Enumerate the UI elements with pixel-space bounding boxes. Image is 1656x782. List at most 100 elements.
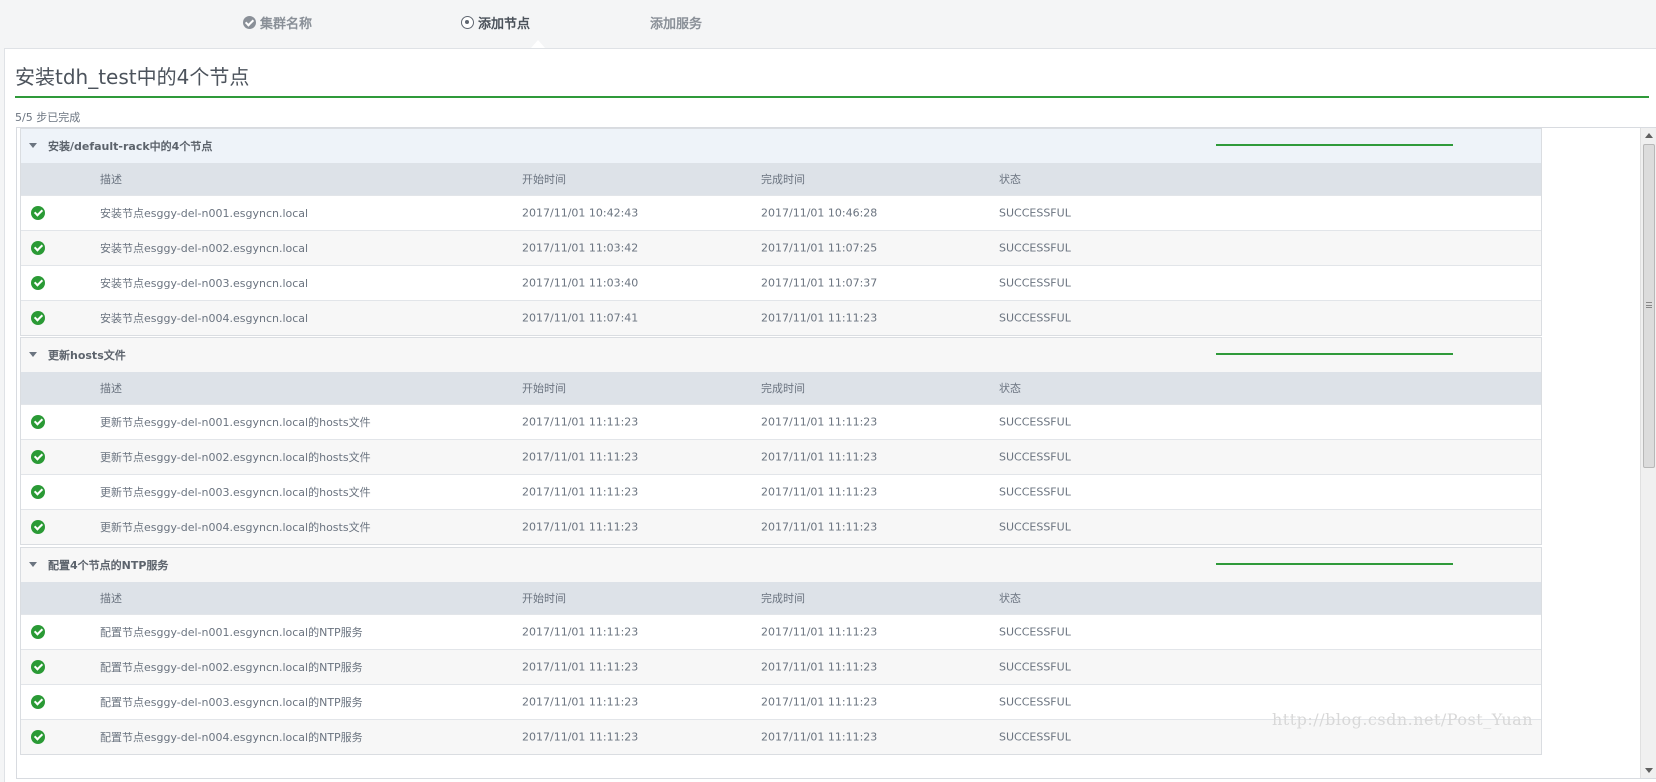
cell-start: 2017/11/01 11:11:23 <box>522 625 639 639</box>
check-circle-icon <box>31 206 45 220</box>
table-row[interactable]: 更新节点esggy-del-n001.esgyncn.local的hosts文件… <box>21 404 1541 439</box>
check-circle-icon <box>31 311 45 325</box>
table-row[interactable]: 配置节点esggy-del-n002.esgyncn.local的NTP服务 2… <box>21 649 1541 684</box>
step-add-nodes[interactable]: 添加节点 <box>461 13 530 32</box>
cell-status: SUCCESSFUL <box>999 625 1071 639</box>
dot-circle-icon <box>461 16 474 29</box>
check-circle-icon <box>31 415 45 429</box>
col-start: 开始时间 <box>522 592 566 605</box>
section-progress-bar <box>1216 144 1453 146</box>
collapse-triangle-icon <box>29 143 37 148</box>
active-step-caret <box>531 40 545 48</box>
cell-start: 2017/11/01 11:03:40 <box>522 276 639 290</box>
cell-status: SUCCESSFUL <box>999 730 1071 744</box>
cell-status: SUCCESSFUL <box>999 311 1071 325</box>
cell-desc: 安装节点esggy-del-n001.esgyncn.local <box>100 207 309 220</box>
cell-end: 2017/11/01 11:11:23 <box>761 415 878 429</box>
scroll-up-arrow-icon[interactable] <box>1645 133 1653 138</box>
cell-end: 2017/11/01 11:11:23 <box>761 660 878 674</box>
cell-start: 2017/11/01 11:11:23 <box>522 485 639 499</box>
cell-desc: 配置节点esggy-del-n004.esgyncn.local的NTP服务 <box>100 731 363 744</box>
collapse-triangle-icon <box>29 562 37 567</box>
cell-start: 2017/11/01 11:11:23 <box>522 450 639 464</box>
section-update-hosts: 更新hosts文件 描述 开始时间 完成时间 状态 更新节点esggy-del-… <box>20 337 1542 545</box>
title-divider <box>15 96 1649 98</box>
cell-status: SUCCESSFUL <box>999 695 1071 709</box>
section-header[interactable]: 配置4个节点的NTP服务 <box>21 548 1541 582</box>
cell-desc: 更新节点esggy-del-n001.esgyncn.local的hosts文件 <box>100 416 371 429</box>
progress-text: 5/5 步已完成 <box>15 111 81 124</box>
section-header[interactable]: 安装/default-rack中的4个节点 <box>21 129 1541 163</box>
check-circle-icon <box>31 485 45 499</box>
check-circle-icon <box>31 241 45 255</box>
step-add-services[interactable]: 添加服务 <box>650 13 702 32</box>
col-end: 完成时间 <box>761 382 805 395</box>
cell-status: SUCCESSFUL <box>999 520 1071 534</box>
check-circle-icon <box>31 660 45 674</box>
col-status: 状态 <box>999 173 1021 186</box>
cell-start: 2017/11/01 11:11:23 <box>522 415 639 429</box>
check-circle-icon <box>31 520 45 534</box>
cell-start: 2017/11/01 11:07:41 <box>522 311 639 325</box>
cell-end: 2017/11/01 11:11:23 <box>761 625 878 639</box>
check-circle-icon <box>31 450 45 464</box>
cell-status: SUCCESSFUL <box>999 415 1071 429</box>
step-label: 集群名称 <box>260 17 313 32</box>
section-progress-bar <box>1216 353 1453 355</box>
section-header[interactable]: 更新hosts文件 <box>21 338 1541 372</box>
page-title: 安装tdh_test中的4个节点 <box>15 65 250 89</box>
vertical-scrollbar[interactable] <box>1640 128 1656 778</box>
cell-status: SUCCESSFUL <box>999 241 1071 255</box>
table-row[interactable]: 安装节点esggy-del-n001.esgyncn.local 2017/11… <box>21 195 1541 230</box>
cell-desc: 安装节点esggy-del-n002.esgyncn.local <box>100 242 309 255</box>
section-progress-bar <box>1216 563 1453 565</box>
cell-end: 2017/11/01 11:11:23 <box>761 520 878 534</box>
column-headers: 描述 开始时间 完成时间 状态 <box>21 163 1541 195</box>
cell-status: SUCCESSFUL <box>999 660 1071 674</box>
cell-desc: 安装节点esggy-del-n004.esgyncn.local <box>100 312 309 325</box>
cell-status: SUCCESSFUL <box>999 206 1071 220</box>
cell-start: 2017/11/01 11:11:23 <box>522 730 639 744</box>
step-label: 添加服务 <box>650 17 703 32</box>
cell-desc: 安装节点esggy-del-n003.esgyncn.local <box>100 277 309 290</box>
grip-icon <box>1646 302 1652 308</box>
cell-status: SUCCESSFUL <box>999 276 1071 290</box>
collapse-triangle-icon <box>29 352 37 357</box>
cell-end: 2017/11/01 11:11:23 <box>761 311 878 325</box>
watermark: http://blog.csdn.net/Post_Yuan <box>1272 710 1534 729</box>
col-start: 开始时间 <box>522 382 566 395</box>
step-label: 添加节点 <box>478 17 531 32</box>
col-desc: 描述 <box>100 173 122 186</box>
table-row[interactable]: 更新节点esggy-del-n004.esgyncn.local的hosts文件… <box>21 509 1541 544</box>
main-panel: 安装tdh_test中的4个节点 5/5 步已完成 安装/default-rac… <box>4 48 1656 782</box>
col-end: 完成时间 <box>761 592 805 605</box>
table-row[interactable]: 更新节点esggy-del-n002.esgyncn.local的hosts文件… <box>21 439 1541 474</box>
check-circle-icon <box>31 625 45 639</box>
table-row[interactable]: 安装节点esggy-del-n002.esgyncn.local 2017/11… <box>21 230 1541 265</box>
cell-desc: 更新节点esggy-del-n004.esgyncn.local的hosts文件 <box>100 521 371 534</box>
col-status: 状态 <box>999 382 1021 395</box>
col-desc: 描述 <box>100 382 122 395</box>
table-row[interactable]: 更新节点esggy-del-n003.esgyncn.local的hosts文件… <box>21 474 1541 509</box>
col-desc: 描述 <box>100 592 122 605</box>
cell-end: 2017/11/01 11:11:23 <box>761 485 878 499</box>
cell-status: SUCCESSFUL <box>999 485 1071 499</box>
cell-end: 2017/11/01 11:07:25 <box>761 241 878 255</box>
scroll-down-arrow-icon[interactable] <box>1645 768 1653 773</box>
step-cluster-name[interactable]: 集群名称 <box>243 13 312 32</box>
cell-desc: 更新节点esggy-del-n002.esgyncn.local的hosts文件 <box>100 451 371 464</box>
cell-start: 2017/11/01 11:03:42 <box>522 241 639 255</box>
table-row[interactable]: 安装节点esggy-del-n004.esgyncn.local 2017/11… <box>21 300 1541 335</box>
cell-end: 2017/11/01 11:07:37 <box>761 276 878 290</box>
check-circle-icon <box>243 16 256 29</box>
cell-end: 2017/11/01 11:11:23 <box>761 730 878 744</box>
check-circle-icon <box>31 695 45 709</box>
cell-end: 2017/11/01 10:46:28 <box>761 206 878 220</box>
check-circle-icon <box>31 276 45 290</box>
table-row[interactable]: 安装节点esggy-del-n003.esgyncn.local 2017/11… <box>21 265 1541 300</box>
task-list-scroll[interactable]: 安装/default-rack中的4个节点 描述 开始时间 完成时间 状态 安装… <box>16 127 1656 779</box>
cell-start: 2017/11/01 11:11:23 <box>522 520 639 534</box>
check-circle-icon <box>31 730 45 744</box>
table-row[interactable]: 配置节点esggy-del-n001.esgyncn.local的NTP服务 2… <box>21 614 1541 649</box>
scrollbar-thumb[interactable] <box>1643 144 1655 468</box>
